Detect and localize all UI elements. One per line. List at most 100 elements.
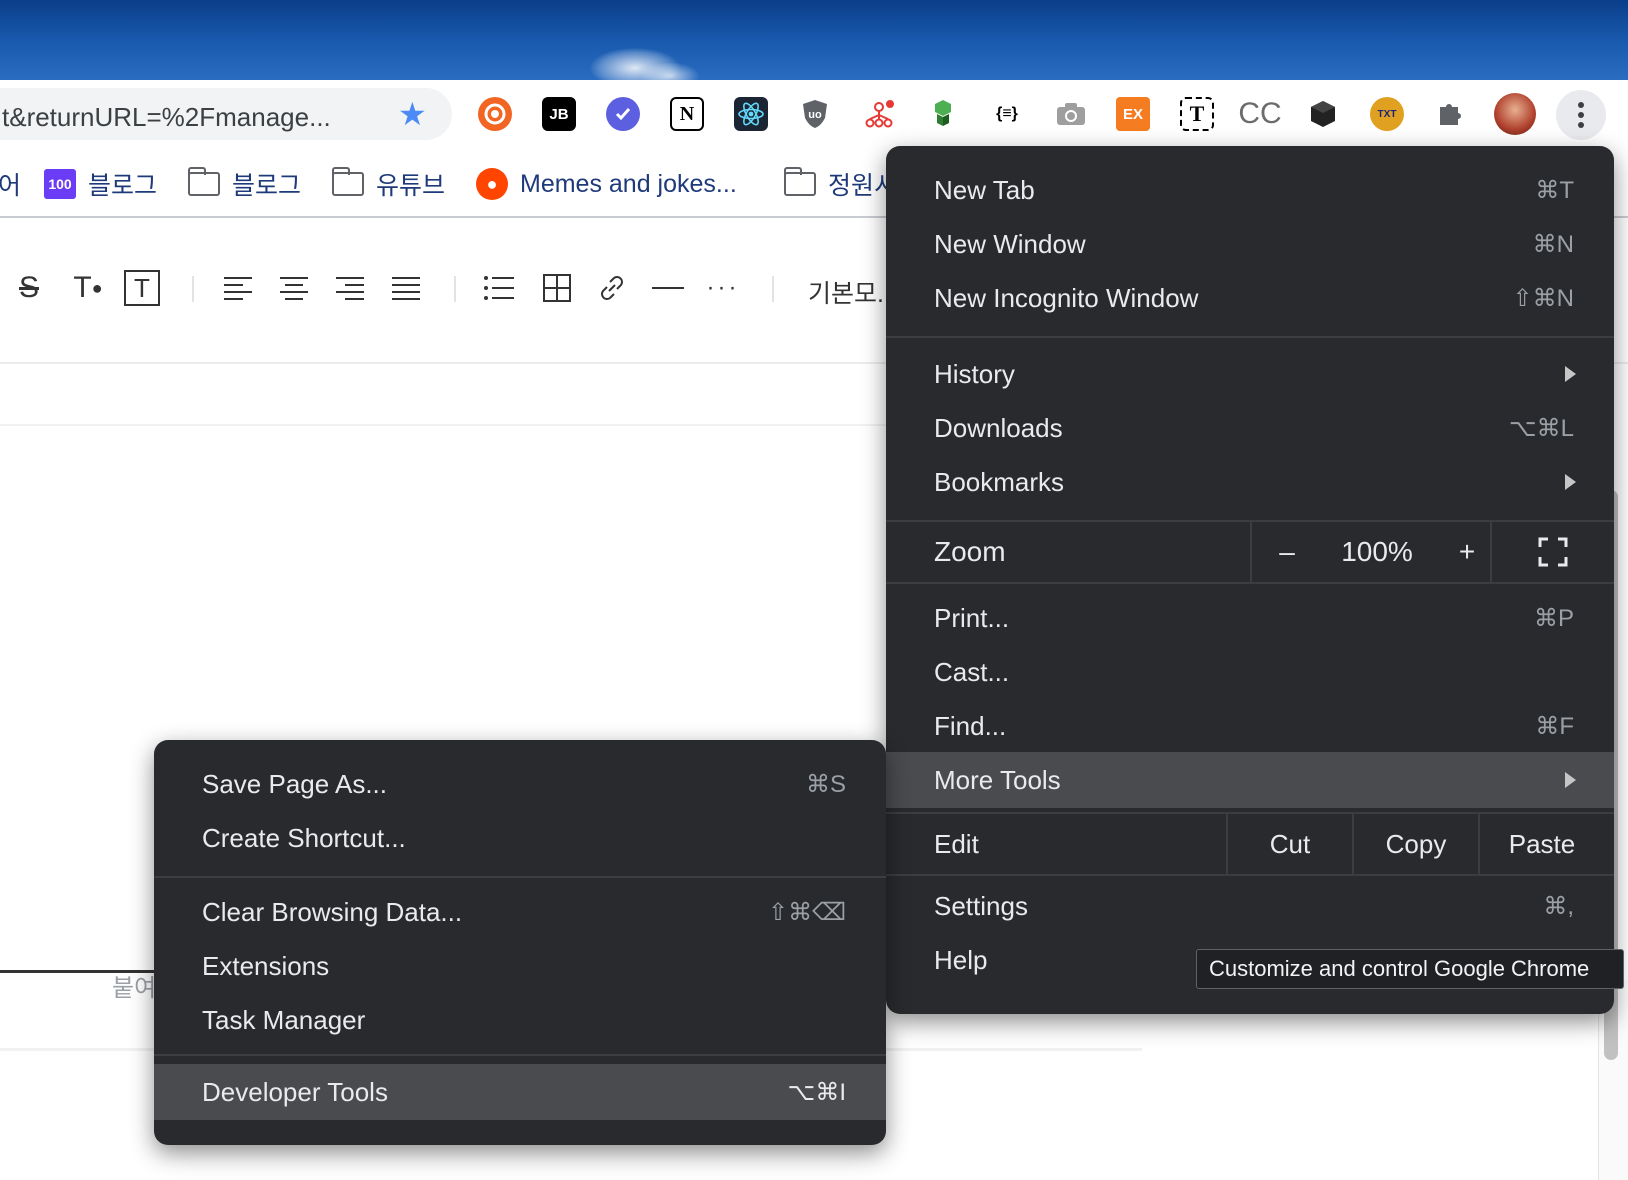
menu-item-label: New Incognito Window <box>934 282 1199 313</box>
edit-row: Edit Cut Copy Paste <box>886 814 1614 874</box>
notion-icon[interactable]: N <box>670 97 704 131</box>
menu-item-label: Downloads <box>934 412 1063 443</box>
menu-item-cast[interactable]: Cast... <box>886 644 1614 700</box>
bookmark-star-icon[interactable]: ★ <box>398 98 427 130</box>
edit-label: Edit <box>934 828 979 859</box>
svg-text:uo: uo <box>808 109 822 121</box>
menu-item-label: Task Manager <box>202 1004 366 1035</box>
menu-item-label: Settings <box>934 890 1028 921</box>
align-center-icon[interactable] <box>278 268 310 308</box>
menu-item-history[interactable]: History <box>886 346 1614 402</box>
menu-item-label: New Tab <box>934 174 1035 205</box>
align-right-icon[interactable] <box>334 268 366 308</box>
chrome-menu-button[interactable] <box>1556 90 1606 140</box>
avatar-icon[interactable] <box>1494 93 1536 135</box>
toolbar-divider <box>454 276 456 302</box>
menu-shortcut: ⌥⌘I <box>787 1078 846 1106</box>
address-bar[interactable]: t&returnURL=%2Fmanage... ★ <box>0 88 452 140</box>
menu-item-extensions[interactable]: Extensions <box>154 938 886 994</box>
chrome-menu-tooltip: Customize and control Google Chrome <box>1196 949 1624 989</box>
menu-item-settings[interactable]: Settings ⌘, <box>886 878 1614 934</box>
horizontal-rule-icon[interactable] <box>652 268 684 308</box>
strikethrough-icon[interactable]: S <box>14 268 44 308</box>
ublock-shield-icon[interactable]: uo <box>798 97 832 131</box>
green-cubes-icon[interactable] <box>926 97 960 131</box>
checkmark-badge-icon[interactable] <box>606 97 640 131</box>
menu-item-create-shortcut[interactable]: Create Shortcut... <box>154 810 886 866</box>
badge-100-icon: 100 <box>44 169 76 199</box>
menu-separator <box>886 582 1614 584</box>
menu-item-new-tab[interactable]: New Tab ⌘T <box>886 162 1614 218</box>
align-justify-icon[interactable] <box>390 268 422 308</box>
network-graph-icon[interactable] <box>862 97 896 131</box>
menu-shortcut: ⇧⌘⌫ <box>767 898 846 926</box>
submenu-arrow-icon <box>1565 366 1576 382</box>
menu-shortcut: ⌥⌘L <box>1508 414 1574 442</box>
submenu-arrow-icon <box>1565 772 1576 788</box>
cut-button[interactable]: Cut <box>1228 814 1352 874</box>
ex-icon[interactable]: EX <box>1116 97 1150 131</box>
json-formatter-icon[interactable]: {≡} <box>990 97 1024 131</box>
align-left-icon[interactable] <box>222 268 254 308</box>
chrome-main-menu: New Tab ⌘T New Window ⌘N New Incognito W… <box>886 146 1614 1014</box>
menu-item-save-page-as[interactable]: Save Page As... ⌘S <box>154 756 886 812</box>
menu-item-bookmarks[interactable]: Bookmarks <box>886 454 1614 510</box>
zoom-out-button[interactable]: – <box>1252 522 1322 582</box>
menu-item-more-tools[interactable]: More Tools <box>886 752 1614 808</box>
menu-item-task-manager[interactable]: Task Manager <box>154 992 886 1048</box>
txt-icon[interactable]: TXT <box>1370 97 1404 131</box>
address-bar-url: t&returnURL=%2Fmanage... <box>2 102 331 132</box>
copy-button[interactable]: Copy <box>1354 814 1478 874</box>
folder-icon <box>332 167 364 196</box>
menu-item-new-incognito-window[interactable]: New Incognito Window ⇧⌘N <box>886 270 1614 326</box>
reddit-icon: ● <box>476 168 508 200</box>
black-cube-icon[interactable] <box>1306 97 1340 131</box>
bullet-list-icon[interactable] <box>482 268 516 308</box>
menu-shortcut: ⇧⌘N <box>1512 284 1574 312</box>
bookmark-item[interactable]: 100 블로그 <box>44 168 157 200</box>
bookmark-item[interactable]: 어 <box>0 168 21 200</box>
paste-button[interactable]: Paste <box>1480 814 1604 874</box>
bookmark-folder[interactable]: 유튜브 <box>332 167 445 200</box>
zoom-label: Zoom <box>934 536 1006 567</box>
menu-item-label: Create Shortcut... <box>202 822 406 853</box>
folder-icon <box>188 167 220 196</box>
menu-separator <box>886 336 1614 338</box>
jetbrains-icon[interactable]: JB <box>542 97 576 131</box>
menu-item-label: Help <box>934 944 988 975</box>
font-family-select[interactable]: 기본모... <box>808 274 898 310</box>
text-t-icon[interactable]: T <box>1180 97 1214 131</box>
link-icon[interactable] <box>596 268 628 308</box>
menu-item-find[interactable]: Find... ⌘F <box>886 698 1614 754</box>
bookmark-folder[interactable]: 블로그 <box>188 167 301 200</box>
menu-item-downloads[interactable]: Downloads ⌥⌘L <box>886 400 1614 456</box>
cloud-shape <box>640 62 700 80</box>
cc-icon[interactable]: CC <box>1238 97 1281 131</box>
react-devtools-icon[interactable] <box>734 97 768 131</box>
bookmark-folder[interactable]: 정원시 <box>784 167 897 200</box>
camera-icon[interactable] <box>1054 97 1088 131</box>
browser-toolbar: t&returnURL=%2Fmanage... ★ JB N uo {≡} E… <box>0 80 1628 148</box>
fullscreen-button[interactable] <box>1492 522 1614 582</box>
kebab-menu-icon <box>1578 102 1584 128</box>
submenu-arrow-icon <box>1565 474 1576 490</box>
puzzle-icon[interactable] <box>1432 97 1466 131</box>
menu-item-new-window[interactable]: New Window ⌘N <box>886 216 1614 272</box>
menu-shortcut: ⌘S <box>805 770 846 798</box>
menu-item-label: Save Page As... <box>202 768 388 799</box>
bookmark-item[interactable]: ● Memes and jokes... <box>476 168 737 200</box>
menu-item-clear-browsing-data[interactable]: Clear Browsing Data... ⇧⌘⌫ <box>154 884 886 940</box>
bookmark-label: 어 <box>0 172 22 200</box>
lifebuoy-icon[interactable] <box>478 97 512 131</box>
text-background-icon[interactable]: T <box>124 270 160 306</box>
zoom-level: 100% <box>1341 536 1413 567</box>
table-icon[interactable] <box>542 268 572 308</box>
more-options-icon[interactable]: ··· <box>706 268 740 308</box>
zoom-row: Zoom – 100% + <box>886 522 1614 582</box>
menu-item-developer-tools[interactable]: Developer Tools ⌥⌘I <box>154 1064 886 1120</box>
menu-item-print[interactable]: Print... ⌘P <box>886 590 1614 646</box>
menu-item-label: Print... <box>934 602 1010 633</box>
text-color-icon[interactable]: T ● <box>66 268 110 308</box>
menu-separator <box>154 1054 886 1056</box>
menu-item-label: Find... <box>934 710 1007 741</box>
